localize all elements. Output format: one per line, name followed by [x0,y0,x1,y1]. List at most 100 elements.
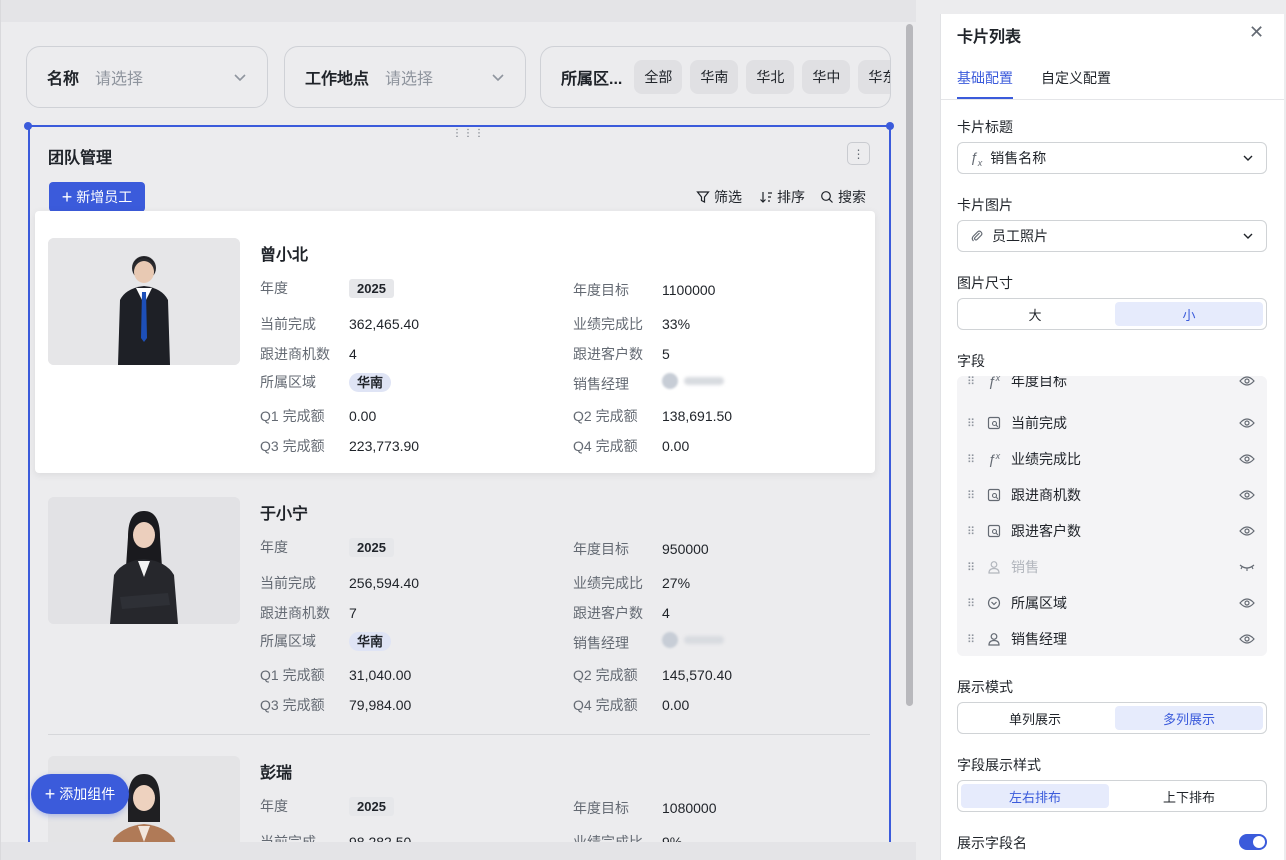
field-current: 当前完成 362,465.40 [260,314,419,334]
employee-card[interactable]: 曾小北 年度 2025 年度目标 1100000 当前完成 362,465.40 业绩… [35,211,875,473]
display-mode-multi[interactable]: 多列展示 [1115,706,1263,730]
field-row[interactable]: ⠿ ƒx 业绩完成比 [957,441,1267,477]
region-pill-east[interactable]: 华东 [858,60,890,94]
eye-icon[interactable] [1237,376,1257,387]
vertical-scrollbar[interactable] [906,24,913,706]
blurred-user [662,632,724,648]
region-pill-south[interactable]: 华南 [690,60,739,94]
field-style-horizontal[interactable]: 左右排布 [961,784,1109,808]
add-employee-button[interactable]: + 新增员工 [49,182,145,212]
field-key: 跟进客户数 [573,605,643,621]
field-region: 所属区域 华南 [260,372,392,392]
employee-name: 于小宁 [260,506,309,523]
image-size-small[interactable]: 小 [1115,302,1263,326]
eye-icon[interactable] [1237,417,1257,429]
field-value: 950000 [662,541,709,557]
more-options-button[interactable]: ⋮ [847,142,870,165]
field-q3: Q3 完成额 79,984.00 [260,695,411,715]
attachment-icon [971,230,983,242]
field-row-name: 销售 [1011,559,1039,575]
filter-region: 所属区... 全部 华南 华北 华中 华东 [540,46,891,108]
show-field-name-toggle[interactable] [1239,834,1267,850]
field-style-vertical[interactable]: 上下排布 [1115,784,1263,808]
region-pill-all[interactable]: 全部 [634,60,683,94]
field-year: 年度 2025 [260,278,394,298]
fields-label: 字段 [957,353,985,369]
field-row[interactable]: ⠿ 跟进商机数 [957,477,1267,513]
lookup-icon [981,488,1007,502]
display-mode-single[interactable]: 单列展示 [961,706,1109,730]
drag-handle-icon[interactable]: ⠿ [967,561,981,574]
eye-closed-icon[interactable] [1237,561,1257,573]
field-row[interactable]: ⠿ 所属区域 [957,585,1267,621]
field-key: 年度 [260,798,288,814]
tab-custom-config[interactable]: 自定义配置 [1041,68,1111,88]
field-key: 年度 [260,539,288,555]
drag-handle-icon[interactable]: ⠿ [967,633,981,646]
add-employee-label: 新增员工 [76,189,133,205]
plus-icon: + [61,187,73,207]
field-key: 当前完成 [260,575,316,591]
close-icon[interactable]: ✕ [1249,22,1264,43]
card-title-select[interactable]: ƒx 销售名称 [957,142,1267,174]
search-button[interactable]: 搜索 [820,187,866,207]
eye-icon[interactable] [1237,525,1257,537]
sort-button[interactable]: 排序 [759,187,805,207]
eye-icon[interactable] [1237,633,1257,645]
filter-button[interactable]: 筛选 [696,187,742,207]
image-size-segmented: 大 小 [957,298,1267,330]
field-key: Q4 完成额 [573,438,638,454]
chevron-down-icon [1243,155,1253,161]
field-q4: Q4 完成额 0.00 [573,436,689,456]
drag-handle-icon[interactable]: ⠿ [967,525,981,538]
drag-handle-icon[interactable]: ⠿ [967,597,981,610]
field-value: 4 [349,346,357,362]
field-value: 0.00 [349,408,377,424]
field-key: Q1 完成额 [260,667,325,683]
filter-name[interactable]: 名称 请选择 [26,46,268,108]
field-key: Q2 完成额 [573,667,638,683]
field-value: 362,465.40 [349,316,420,332]
field-row-hidden[interactable]: ⠿ 销售 [957,549,1267,585]
field-value: 1080000 [662,800,717,816]
canvas: 名称 请选择 工作地点 请选择 所属区... 全部 华南 华北 华中 华东 ⋮⋮… [0,0,916,860]
filter-label: 名称 [47,71,80,88]
employee-card[interactable]: 彭瑞 年度 2025 年度目标 1080000 当前完成 98,282.50 业绩完成… [35,729,875,842]
resize-handle[interactable] [24,122,32,130]
drag-handle-icon[interactable]: ⠿ [967,376,981,388]
eye-icon[interactable] [1237,597,1257,609]
drag-handle-icon[interactable]: ⠿ [967,417,981,430]
field-row-name: 跟进商机数 [1011,487,1081,503]
drag-handle-icon[interactable]: ⠿ [967,489,981,502]
filter-label: 所属区... [561,71,623,88]
field-key: 跟进客户数 [573,346,643,362]
filter-icon [696,191,710,203]
card-image-value: 员工照片 [992,228,1048,244]
field-row-name: 当前完成 [1011,415,1067,431]
eye-icon[interactable] [1237,489,1257,501]
field-row[interactable]: ⠿ 跟进客户数 [957,513,1267,549]
drag-grip-icon[interactable]: ⋮⋮⋮ [452,128,485,139]
eye-icon[interactable] [1237,453,1257,465]
field-key: 跟进商机数 [260,605,330,621]
add-component-button[interactable]: + 添加组件 [31,774,129,814]
field-row[interactable]: ⠿ ƒx 年度目标 [957,376,1267,399]
card-image-select[interactable]: 员工照片 [957,220,1267,252]
region-pill-north[interactable]: 华北 [746,60,795,94]
employee-card[interactable]: 于小宁 年度 2025 年度目标 950000 当前完成 256,594.40 业绩完… [35,470,875,732]
field-key: 年度 [260,280,288,296]
resize-handle[interactable] [886,122,894,130]
chevron-down-icon [1243,233,1253,239]
field-value: 1100000 [662,282,716,298]
filter-location[interactable]: 工作地点 请选择 [284,46,526,108]
image-size-large[interactable]: 大 [961,302,1109,326]
drag-handle-icon[interactable]: ⠿ [967,453,981,466]
field-row[interactable]: ⠿ 销售经理 [957,621,1267,656]
formula-icon: ƒx [987,451,1001,467]
sort-label: 排序 [777,189,805,205]
tab-basic-config[interactable]: 基础配置 [957,68,1013,88]
field-row-name: 年度目标 [1011,376,1067,389]
employee-photo [48,238,240,365]
region-pill-central[interactable]: 华中 [802,60,851,94]
field-row[interactable]: ⠿ 当前完成 [957,405,1267,441]
